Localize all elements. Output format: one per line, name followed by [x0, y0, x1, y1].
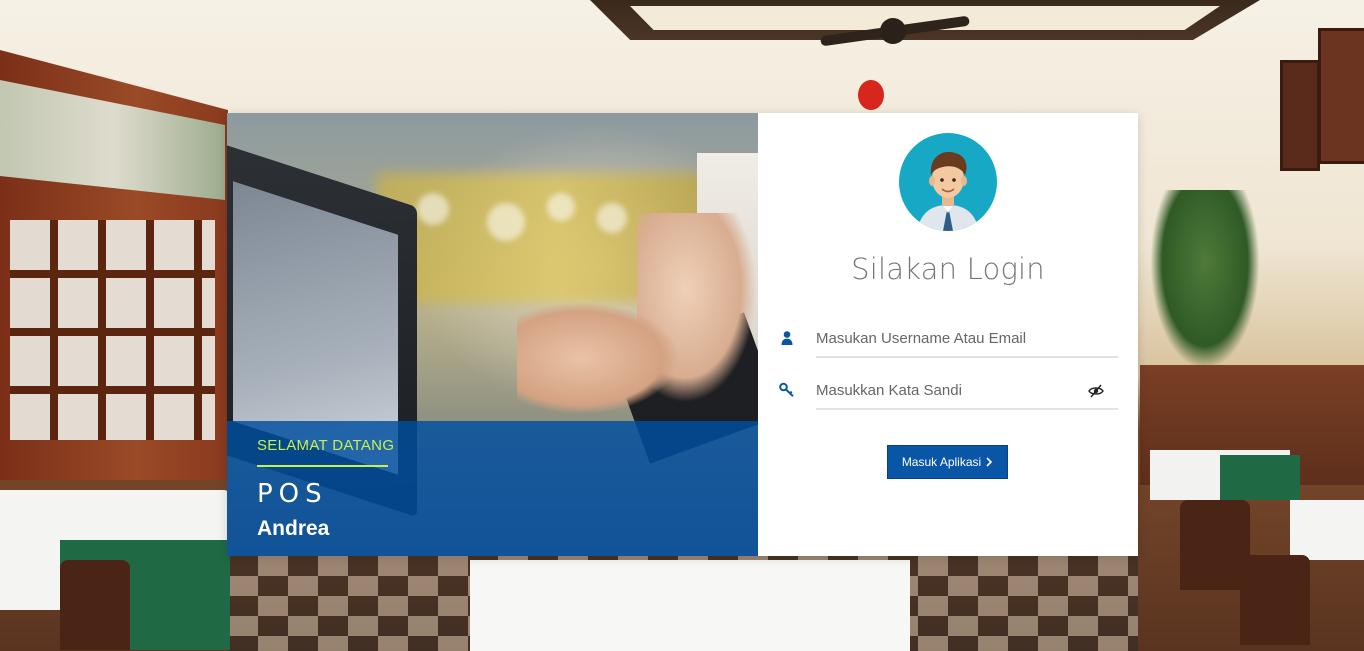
login-title: Silakan Login — [851, 252, 1045, 286]
table-right-cloth — [1220, 455, 1300, 500]
login-form: Silakan Login Masukan Username Atau Emai… — [758, 113, 1138, 556]
bokeh-light — [547, 193, 575, 221]
login-card: SELAMAT DATANG POS Andrea Silakan Login … — [227, 113, 1138, 556]
plant — [1150, 190, 1260, 370]
key-icon — [779, 382, 795, 398]
window-left — [10, 220, 215, 440]
wall-frame-2 — [1318, 28, 1364, 164]
welcome-text: SELAMAT DATANG — [257, 437, 395, 454]
table-far-right — [1290, 500, 1364, 560]
hero-caption: SELAMAT DATANG POS Andrea — [227, 421, 758, 556]
hero-hand-touch — [517, 303, 677, 413]
wall-frame — [1280, 60, 1320, 171]
bokeh-light — [487, 203, 525, 241]
app-owner: Andrea — [257, 517, 330, 540]
username-input[interactable] — [816, 322, 1086, 354]
username-field — [781, 322, 1118, 358]
eye-slash-icon[interactable] — [1088, 383, 1104, 399]
welcome-underline — [257, 465, 388, 467]
table-center — [470, 560, 910, 651]
user-icon — [779, 330, 795, 346]
bokeh-light — [597, 203, 627, 233]
bokeh-light — [417, 193, 449, 225]
red-lamp — [858, 80, 884, 110]
chevron-right-icon — [986, 457, 993, 467]
chair — [60, 560, 130, 650]
avatar-man-icon — [899, 133, 997, 231]
app-name: POS — [257, 479, 328, 509]
password-input[interactable] — [816, 374, 1086, 406]
login-button[interactable]: Masuk Aplikasi — [887, 445, 1008, 479]
login-button-label: Masuk Aplikasi — [901, 455, 982, 469]
password-field — [779, 374, 1118, 410]
chair — [1240, 555, 1310, 645]
ceiling-fan-hub — [880, 18, 906, 44]
hero-image: SELAMAT DATANG POS Andrea — [227, 113, 758, 556]
